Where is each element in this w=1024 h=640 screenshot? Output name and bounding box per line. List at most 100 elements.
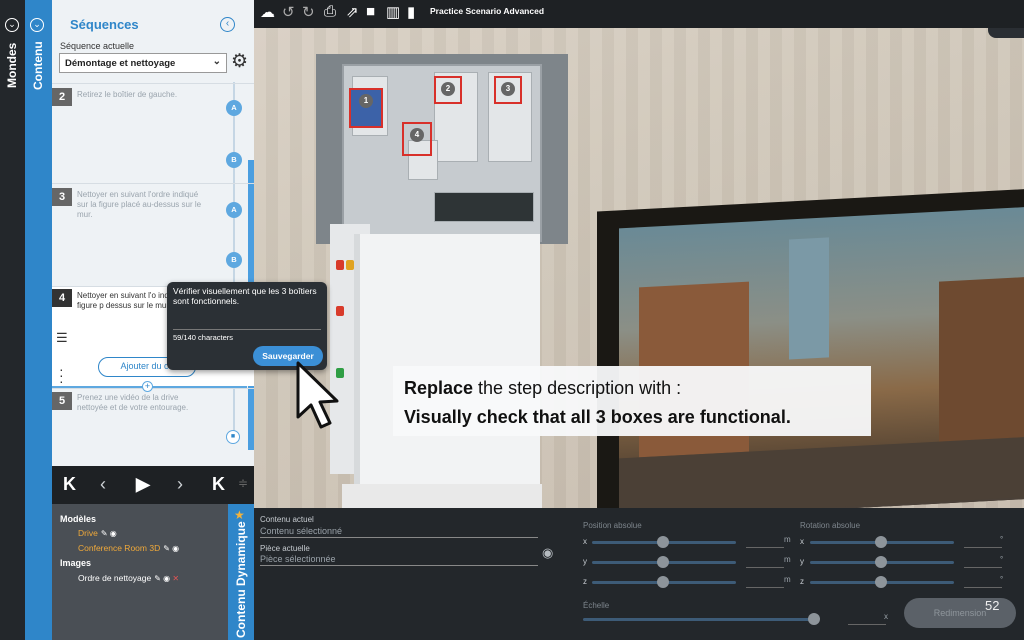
rotation-y-knob[interactable] [875,556,887,568]
print-icon[interactable]: ⎙ [324,3,336,20]
undo-icon[interactable]: ↺ [282,3,295,21]
redo-icon[interactable]: ↻ [302,3,315,21]
3d-viewport[interactable]: 1 2 3 4 ▯ [254,28,1024,508]
indicator-light [346,260,354,270]
step-number: 2 [52,88,72,106]
share-icon[interactable]: ⇗ [346,3,359,21]
instruction-overlay: Replace the step description with : Visu… [393,366,871,436]
instruction-rest: the step description with : [473,378,682,398]
gear-icon[interactable]: ⚙ [231,52,248,72]
step-description-textarea[interactable]: Vérifier visuellement que les 3 boîtiers… [173,286,323,306]
step-description: Prenez une vidéo de la drive nettoyée et… [77,393,189,412]
step-description-editor[interactable]: Vérifier visuellement que les 3 boîtiers… [167,282,327,370]
video-icon[interactable]: ■ [366,3,375,20]
next-step-icon[interactable]: › [177,474,183,495]
position-x-value[interactable] [746,547,784,548]
position-z-unit: m [784,575,791,584]
rotation-y-unit: ° [1000,555,1004,564]
rotation-x-knob[interactable] [875,536,887,548]
content-rail[interactable]: ⌄ Contenu [25,0,52,640]
scale-knob[interactable] [808,613,820,625]
sequences-panel: Séquences ‹ Séquence actuelle Démontage … [52,0,254,466]
rotation-z-value[interactable] [964,587,1002,588]
scale-unit: x [884,612,888,621]
rotation-z-unit: ° [1000,575,1004,584]
drag-handle-icon[interactable]: ☰ [56,330,68,346]
content-label[interactable]: Contenu [31,41,45,90]
edit-visibility-icons[interactable]: ✎ ◉ [163,544,179,553]
dynamic-content-tab[interactable]: ★ Contenu Dynamique [228,504,254,640]
worlds-toggle-icon[interactable]: ⌄ [5,18,19,32]
playback-controls: K ‹ ▶ › K ≑ [52,466,254,504]
position-z-knob[interactable] [657,576,669,588]
rotation-y-value[interactable] [964,567,1002,568]
top-toolbar: ☁ ↺ ↻ ⎙ ⇗ ■ ▥ ▮ Practice Scenario Advanc… [254,0,1024,28]
sequence-select-value: Démontage et nettoyage [65,58,176,69]
instruction-line-1: Replace the step description with : [404,374,860,403]
step-row[interactable]: 3 Nettoyer en suivant l'ordre indiqué su… [52,183,254,286]
instruction-target-text: Visually check that all 3 boxes are func… [404,407,791,427]
worlds-label[interactable]: Mondes [5,43,19,88]
position-z-value[interactable] [746,587,784,588]
star-icon[interactable]: ★ [234,508,245,522]
model-item[interactable]: Conference Room 3D ✎ ◉ [78,543,179,553]
position-label: Position absolue [583,521,642,530]
cloud-icon[interactable]: ☁ [260,3,275,21]
rotation-x-unit: ° [1000,535,1004,544]
scale-slider[interactable] [583,618,811,621]
scale-label: Échelle [583,601,610,610]
step-description: Retirez le boîtier de gauche. [77,90,178,99]
rotation-z-axis: z [800,577,804,586]
resize-handle-icon[interactable]: ≑ [238,476,248,490]
last-step-icon[interactable]: K [212,474,225,495]
worlds-rail[interactable]: ⌄ Mondes [0,0,25,640]
cabinet-base [342,484,542,508]
content-toggle-icon[interactable]: ⌄ [30,18,44,32]
first-step-icon[interactable]: K [63,474,76,495]
mobile-preview-icon[interactable]: ▯ [988,28,1024,38]
step-node-a[interactable]: A [226,100,242,116]
position-y-axis: y [583,557,587,566]
edit-visibility-delete-icons[interactable]: ✎ ◉ ✕ [154,574,179,583]
scale-value[interactable] [848,624,886,625]
insert-step-plus-icon[interactable]: + [142,381,153,392]
step-number: 5 [52,392,72,410]
position-x-knob[interactable] [657,536,669,548]
step-node-b[interactable]: B [226,152,242,168]
edit-visibility-icons[interactable]: ✎ ◉ [101,529,117,538]
sequence-select[interactable]: Démontage et nettoyage ⌄ [59,53,227,73]
video-camera-icon[interactable]: ■ [226,430,240,444]
model-item[interactable]: Drive ✎ ◉ [78,528,117,538]
dynamic-content-label: Contenu Dynamique [234,521,248,638]
painting-building [939,276,1024,442]
visibility-eye-icon[interactable]: ◉ [542,545,553,561]
position-y-value[interactable] [746,567,784,568]
collapse-panel-icon[interactable]: ‹ [220,17,235,32]
step-node-a[interactable]: A [226,202,242,218]
step-row[interactable]: 5 Prenez une vidéo de la drive nettoyée … [52,388,254,466]
book-icon[interactable]: ▥ [386,3,400,21]
sequences-title: Séquences [70,17,139,32]
current-piece-field[interactable]: Pièce sélectionnée [260,554,538,566]
marker-label: 2 [441,82,455,96]
image-item[interactable]: Ordre de nettoyage ✎ ◉ ✕ [78,573,179,583]
images-heading: Images [60,558,92,568]
previous-step-icon[interactable]: ‹ [100,474,106,495]
step-row[interactable]: 2 Retirez le boîtier de gauche. [52,83,254,183]
current-content-field[interactable]: Contenu sélectionné [260,526,538,538]
marker-box-3[interactable]: 3 [494,76,522,104]
rotation-x-axis: x [800,537,804,546]
chart-icon[interactable]: ▮ [407,3,415,21]
marker-box-4[interactable]: 4 [402,122,432,156]
rotation-z-knob[interactable] [875,576,887,588]
marker-box-2[interactable]: 2 [434,76,462,104]
rotation-x-value[interactable] [964,547,1002,548]
marker-label: 1 [359,94,373,108]
marker-box-1[interactable]: 1 [349,88,383,128]
position-y-knob[interactable] [657,556,669,568]
more-options-icon[interactable]: · · · [59,362,64,388]
step-node-b[interactable]: B [226,252,242,268]
position-x-unit: m [784,535,791,544]
rotation-label: Rotation absolue [800,521,861,530]
play-icon[interactable]: ▶ [136,474,150,495]
